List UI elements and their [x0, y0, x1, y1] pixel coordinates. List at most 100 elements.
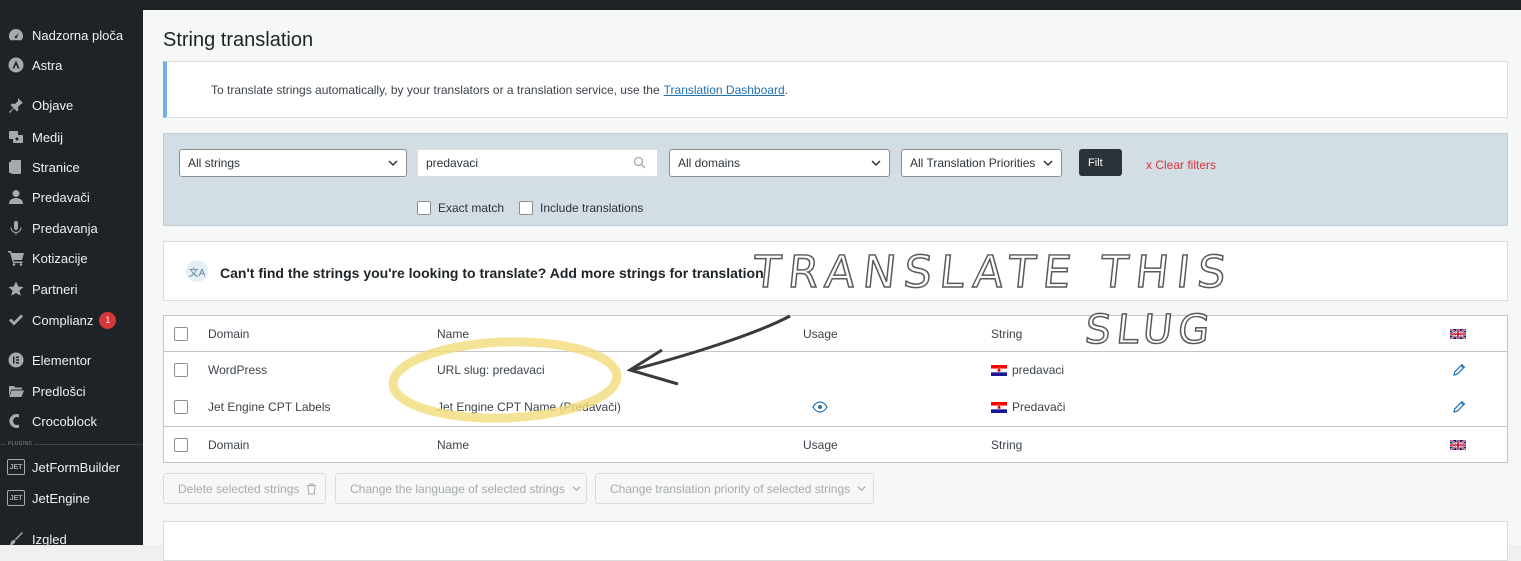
clear-filters-link[interactable]: x Clear filters [1146, 158, 1216, 172]
edit-translation-button[interactable] [1452, 388, 1466, 426]
column-footer-usage: Usage [803, 437, 838, 452]
sidebar-item-predavanja[interactable]: Predavanja [0, 215, 143, 241]
delete-selected-label: Delete selected strings [178, 481, 300, 496]
select-all-checkbox[interactable] [174, 437, 188, 452]
notification-badge: 1 [99, 311, 117, 329]
row-domain: Jet Engine CPT Labels [208, 400, 331, 414]
sidebar-item-jetengine[interactable]: JET JetEngine [0, 485, 143, 511]
eye-icon [812, 401, 828, 413]
translation-dashboard-link[interactable]: Translation Dashboard [664, 83, 785, 97]
row-string: Predavači [1012, 400, 1066, 414]
column-footer-string[interactable]: String [991, 427, 1022, 462]
crocoblock-icon [7, 412, 25, 430]
uk-flag-icon [1450, 316, 1466, 351]
include-translations-checkbox[interactable] [519, 201, 533, 215]
column-footer-name[interactable]: Name [437, 427, 469, 462]
row-domain: WordPress [208, 363, 268, 377]
media-icon [7, 128, 25, 146]
row-checkbox-wrap[interactable] [174, 352, 188, 388]
domains-select[interactable]: All domains [669, 149, 890, 177]
edit-translation-button[interactable] [1452, 352, 1466, 388]
row-name: URL slug: predavaci [437, 363, 545, 377]
column-header-name[interactable]: Name [437, 316, 469, 351]
view-usage-button[interactable] [812, 388, 828, 426]
table-footer-row: Domain Name Usage String [164, 426, 1507, 462]
select-all-checkbox-wrap[interactable] [174, 427, 188, 462]
row-checkbox[interactable] [174, 400, 188, 414]
select-all-checkbox[interactable] [174, 326, 188, 341]
pencil-icon [1453, 363, 1466, 376]
row-name: Jet Engine CPT Name (Predavači) [437, 400, 621, 414]
sidebar-item-label: Kotizacije [32, 250, 88, 266]
sidebar-item-label: Predavači [32, 189, 90, 205]
chevron-down-icon [388, 160, 398, 167]
translate-icon: 文A [186, 260, 208, 282]
jet-icon: JET [7, 489, 25, 507]
exact-match-checkbox[interactable] [417, 201, 431, 215]
sidebar-item-predlosci[interactable]: Predlošci [0, 378, 143, 404]
delete-selected-button[interactable]: Delete selected strings [163, 473, 326, 504]
sidebar-item-medij[interactable]: Medij [0, 124, 143, 150]
column-header-domain[interactable]: Domain [208, 316, 249, 351]
sidebar-item-partneri[interactable]: Partneri [0, 276, 143, 302]
info-notice: To translate strings automatically, by y… [163, 61, 1508, 118]
row-string: predavaci [1012, 363, 1065, 377]
sidebar-item-kotizacije[interactable]: Kotizacije [0, 245, 143, 271]
sidebar-item-astra[interactable]: Astra [0, 52, 143, 78]
sidebar-item-label: Astra [32, 57, 63, 73]
filter-panel: All strings All domains All Translation … [163, 133, 1508, 226]
sidebar-item-objave[interactable]: Objave [0, 92, 143, 118]
filter-button[interactable]: Filt [1079, 149, 1122, 176]
column-header-string[interactable]: String [991, 316, 1022, 351]
row-checkbox-wrap[interactable] [174, 388, 188, 426]
admin-sidebar: Nadzorna ploča Astra Objave Medij Strani… [0, 10, 143, 547]
plugins-tag: PLUGINS [6, 441, 35, 447]
add-strings-text: Can't find the strings you're looking to… [220, 265, 768, 281]
row-string-cell: Predavači [991, 388, 1065, 426]
check-icon [7, 311, 25, 329]
lower-panel [163, 521, 1508, 561]
pages-icon [7, 158, 25, 176]
sidebar-item-label: Partneri [32, 281, 78, 297]
select-all-checkbox-wrap[interactable] [174, 316, 188, 351]
search-icon [633, 156, 646, 169]
filter-button-label: Filt [1088, 156, 1103, 169]
microphone-icon [7, 219, 25, 237]
sidebar-item-label: JetFormBuilder [32, 459, 121, 475]
sidebar-item-stranice[interactable]: Stranice [0, 154, 143, 180]
strings-select[interactable]: All strings [179, 149, 407, 177]
priorities-select[interactable]: All Translation Priorities [901, 149, 1062, 177]
change-language-label: Change the language of selected strings [350, 481, 565, 496]
sidebar-item-label: Stranice [32, 159, 80, 175]
add-strings-panel[interactable]: 文A Can't find the strings you're looking… [163, 241, 1508, 301]
sidebar-item-jetformbuilder[interactable]: JET JetFormBuilder [0, 454, 143, 480]
sidebar-item-predavaci[interactable]: Predavači [0, 184, 143, 210]
row-checkbox[interactable] [174, 363, 188, 377]
change-language-button[interactable]: Change the language of selected strings [335, 473, 587, 504]
chevron-down-icon [1043, 160, 1053, 167]
sidebar-item-dashboard[interactable]: Nadzorna ploča [0, 22, 143, 48]
croatia-flag-icon [991, 401, 1007, 413]
croatia-flag-icon [991, 364, 1007, 376]
main-content: String translation To translate strings … [143, 10, 1521, 561]
strings-table: Domain Name Usage String WordPress URL s… [163, 315, 1508, 463]
sidebar-item-elementor[interactable]: Elementor [0, 347, 143, 373]
chevron-down-icon [871, 160, 881, 167]
notice-end: . [784, 82, 788, 97]
sidebar-item-label: JetEngine [32, 490, 90, 506]
change-priority-button[interactable]: Change translation priority of selected … [595, 473, 874, 504]
jet-icon: JET [7, 458, 25, 476]
sidebar-item-label: Izgled [32, 531, 67, 547]
column-footer-domain[interactable]: Domain [208, 427, 249, 462]
astra-icon [7, 56, 25, 74]
pencil-icon [1453, 400, 1466, 413]
folder-icon [7, 382, 25, 400]
sidebar-item-izgled[interactable]: Izgled [0, 526, 143, 552]
sidebar-item-crocoblock[interactable]: Crocoblock [0, 408, 143, 434]
pin-icon [7, 96, 25, 114]
sidebar-item-complianz[interactable]: Complianz 1 [0, 307, 143, 333]
search-input[interactable] [417, 149, 658, 177]
uk-flag-icon [1450, 427, 1466, 462]
table-row: Jet Engine CPT Labels Jet Engine CPT Nam… [164, 388, 1507, 426]
page-title: String translation [163, 29, 314, 51]
